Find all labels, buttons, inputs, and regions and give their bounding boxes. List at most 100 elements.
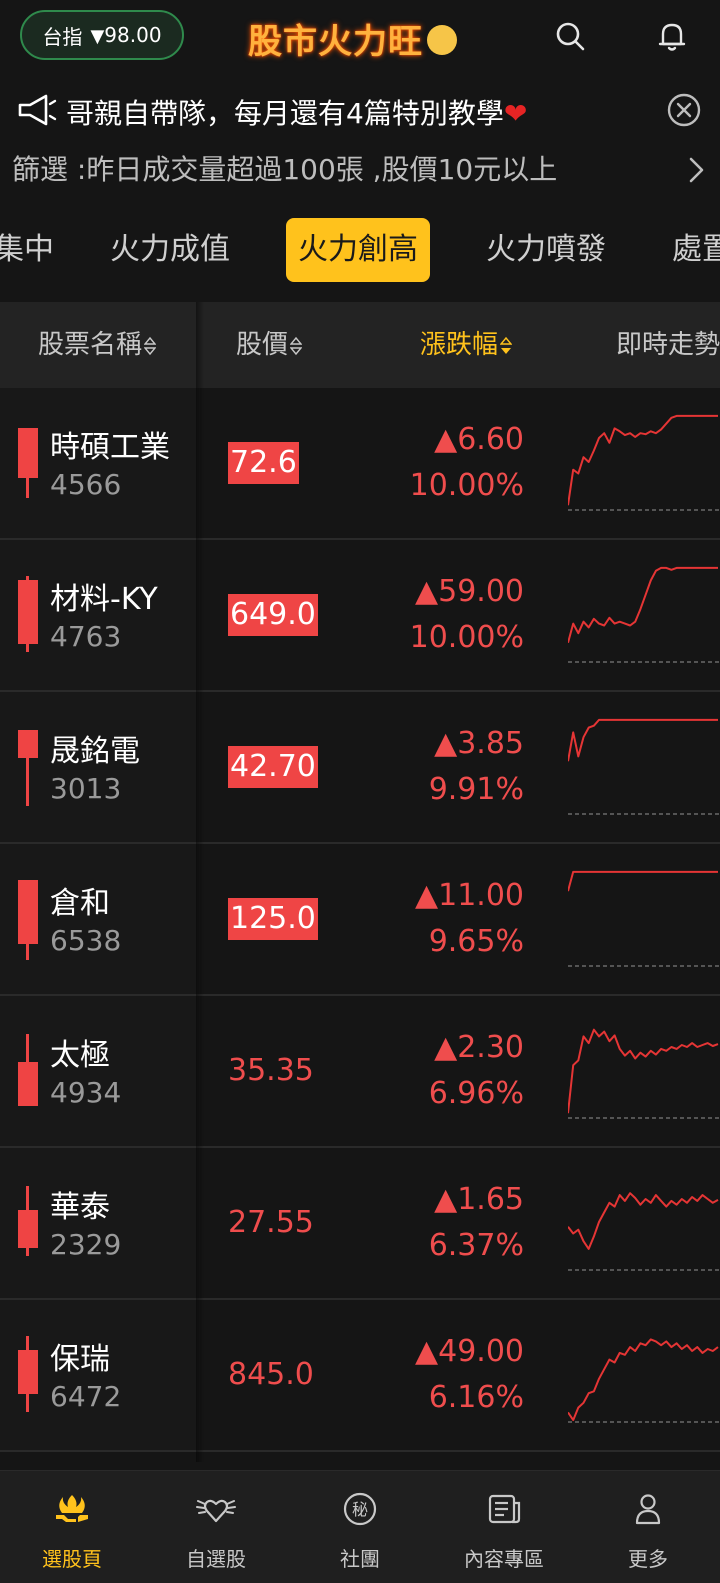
percent-change: 10.00% xyxy=(409,620,524,655)
tab-concentrated[interactable]: 集中 xyxy=(0,218,54,282)
price-limit-up-badge: 42.70 xyxy=(228,746,318,788)
news-icon xyxy=(488,1494,521,1524)
notification-button[interactable] xyxy=(652,16,692,56)
price-change: ▲2.30 xyxy=(434,1030,524,1065)
price-change: ▲49.00 xyxy=(415,1334,524,1369)
tab-fire-value[interactable]: 火力成值 xyxy=(110,218,230,282)
search-icon xyxy=(556,22,585,51)
megaphone-icon xyxy=(18,94,57,126)
bottom-navigation: 選股頁 自選股 秘 社團 內容專區 更多 xyxy=(0,1470,720,1583)
table-row[interactable]: 太極 4934 35.35 ▲2.30 6.96% xyxy=(0,996,720,1148)
column-change-pct[interactable]: 漲跌幅 xyxy=(420,302,513,388)
chevron-right-icon xyxy=(689,157,704,183)
brand-logo: 股市火力旺 xyxy=(248,14,457,63)
top-bar: 台指 ▼98.00 股市火力旺 xyxy=(0,0,720,72)
stock-code: 2329 xyxy=(50,1228,122,1261)
intraday-sparkline xyxy=(568,414,720,511)
price-limit-up-badge: 649.0 xyxy=(228,594,318,636)
table-row[interactable]: 倉和 6538 125.0 ▲11.00 9.65% xyxy=(0,844,720,996)
bell-icon xyxy=(658,23,686,51)
price-change: ▲59.00 xyxy=(415,574,524,609)
stock-code: 3013 xyxy=(50,772,122,805)
nav-stock-pick[interactable]: 選股頁 xyxy=(0,1471,144,1583)
percent-change: 6.37% xyxy=(428,1228,524,1263)
table-row[interactable]: 時碩工業 4566 72.6 ▲6.60 10.00% xyxy=(0,388,720,540)
stock-code: 4763 xyxy=(50,620,122,653)
svg-text:秘: 秘 xyxy=(352,1500,368,1519)
trend-line xyxy=(568,870,718,892)
tab-disposition[interactable]: 處置 xyxy=(672,218,720,282)
heart-emoji-icon: ❤ xyxy=(503,97,528,130)
smile-emoji-icon xyxy=(427,25,457,55)
column-stock-name[interactable]: 股票名稱 xyxy=(38,302,157,388)
intraday-sparkline xyxy=(568,566,720,663)
intraday-sparkline xyxy=(568,1028,720,1119)
percent-change: 6.96% xyxy=(428,1076,524,1111)
close-icon[interactable] xyxy=(666,92,702,128)
nav-label: 社團 xyxy=(340,1547,380,1571)
announcement-bar[interactable]: 哥親自帶隊，每月還有4篇特別教學❤ xyxy=(0,86,720,136)
table-row[interactable]: 材料-KY 4763 649.0 ▲59.00 10.00% xyxy=(0,540,720,692)
sort-icon xyxy=(144,336,157,355)
column-price[interactable]: 股價 xyxy=(236,302,303,388)
trend-line xyxy=(568,1028,719,1114)
index-ticker-pill[interactable]: 台指 ▼98.00 xyxy=(20,10,184,60)
nav-label: 更多 xyxy=(628,1547,668,1571)
category-tabs: 集中 火力成值 火力創高 火力噴發 處置 xyxy=(0,218,720,284)
candle-body xyxy=(18,880,38,944)
candle-body xyxy=(18,428,38,478)
nav-label: 選股頁 xyxy=(42,1547,102,1571)
intraday-sparkline xyxy=(568,1192,720,1271)
percent-change: 10.00% xyxy=(409,468,524,503)
nav-content[interactable]: 內容專區 xyxy=(432,1471,576,1583)
table-row[interactable]: 華泰 2329 27.55 ▲1.65 6.37% xyxy=(0,1148,720,1300)
intraday-sparkline xyxy=(568,870,720,967)
person-icon xyxy=(635,1494,661,1525)
stock-name: 華泰 xyxy=(50,1190,110,1225)
trend-line xyxy=(568,1338,719,1422)
tab-fire-new-high[interactable]: 火力創高 xyxy=(286,218,430,282)
stock-pick-icon xyxy=(56,1495,88,1522)
table-row[interactable]: 晟銘電 3013 42.70 ▲3.85 9.91% xyxy=(0,692,720,844)
nav-community[interactable]: 秘 社團 xyxy=(288,1471,432,1583)
trend-line xyxy=(568,414,718,506)
stock-price: 27.55 xyxy=(228,1205,314,1240)
price-limit-up-badge: 72.6 xyxy=(228,442,299,484)
announcement-text: 哥親自帶隊，每月還有4篇特別教學❤ xyxy=(66,97,528,130)
nav-watchlist[interactable]: 自選股 xyxy=(144,1471,288,1583)
percent-change: 9.91% xyxy=(428,772,524,807)
candle-body xyxy=(18,1210,38,1248)
filter-bar[interactable]: 篩選 :昨日成交量超過100張 ,股價10元以上 xyxy=(12,148,712,192)
trend-line xyxy=(568,1192,719,1250)
stock-code: 6538 xyxy=(50,924,122,957)
stock-price: 35.35 xyxy=(228,1053,314,1088)
stock-price: 845.0 xyxy=(228,1357,314,1392)
index-value: 98.00 xyxy=(104,23,162,47)
candle-body xyxy=(18,730,38,758)
nav-label: 自選股 xyxy=(186,1547,246,1571)
percent-change: 9.65% xyxy=(428,924,524,959)
stock-name: 時碩工業 xyxy=(50,430,170,465)
column-live-trend[interactable]: 即時走勢 xyxy=(616,302,720,388)
intraday-sparkline xyxy=(568,1338,720,1423)
price-limit-up-badge: 125.0 xyxy=(228,898,318,940)
candle-body xyxy=(18,1062,38,1106)
stock-code: 4566 xyxy=(50,468,122,501)
table-row[interactable]: 保瑞 6472 845.0 ▲49.00 6.16% xyxy=(0,1300,720,1452)
price-change: ▲6.60 xyxy=(434,422,524,457)
column-divider-shadow xyxy=(196,302,204,1462)
filter-text: 篩選 :昨日成交量超過100張 ,股價10元以上 xyxy=(12,153,558,186)
percent-change: 6.16% xyxy=(428,1380,524,1415)
nav-more[interactable]: 更多 xyxy=(576,1471,720,1583)
price-change: ▲3.85 xyxy=(434,726,524,761)
trend-line xyxy=(568,718,718,762)
stock-name: 倉和 xyxy=(50,886,110,921)
tab-fire-burst[interactable]: 火力噴發 xyxy=(486,218,606,282)
stock-name: 保瑞 xyxy=(50,1342,110,1377)
down-arrow-icon: ▼ xyxy=(90,26,105,47)
secret-badge-icon: 秘 xyxy=(343,1492,377,1526)
intraday-sparkline xyxy=(568,718,720,815)
stock-name: 晟銘電 xyxy=(50,734,140,769)
price-change: ▲11.00 xyxy=(415,878,524,913)
search-button[interactable] xyxy=(550,16,590,56)
